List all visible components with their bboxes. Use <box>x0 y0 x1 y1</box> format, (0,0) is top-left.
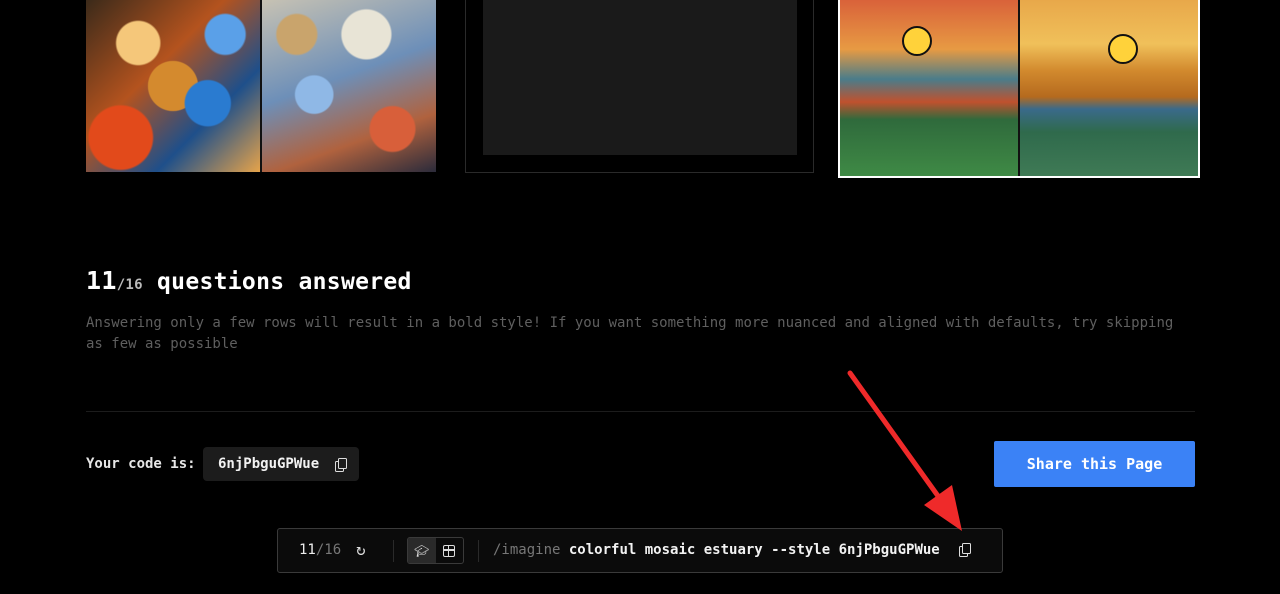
bar-separator <box>478 540 479 562</box>
landscape-image-panel <box>1020 0 1198 176</box>
heading-label: questions answered <box>142 269 412 295</box>
questions-answered-heading: 11/16 questions answered <box>86 266 412 295</box>
style-option-image-middle[interactable] <box>465 0 814 173</box>
sun-shape <box>902 26 932 56</box>
view-mode-toggle: 🎓︎ <box>407 537 464 564</box>
bar-separator <box>393 540 394 562</box>
imagine-prompt: /imagine colorful mosaic estuary --style… <box>493 542 940 558</box>
mosaic-image-panel <box>86 0 260 172</box>
bar-total: /16 <box>315 542 342 558</box>
style-option-image-right-selected[interactable] <box>838 0 1200 178</box>
landscape-image-panel <box>840 0 1020 176</box>
refresh-icon[interactable]: ↻ <box>356 542 366 558</box>
annotation-arrow-icon <box>847 370 962 531</box>
grid-view-button[interactable] <box>436 538 464 563</box>
mosaic-image-panel <box>260 0 436 172</box>
answered-count: 11 <box>86 266 117 295</box>
page-description: Answering only a few rows will result in… <box>86 315 1174 352</box>
bar-answered: 11 <box>299 542 316 558</box>
style-code: 6njPbguGPWue <box>218 456 320 472</box>
total-count: /16 <box>116 277 143 293</box>
share-page-button[interactable]: Share this Page <box>994 441 1195 487</box>
copy-icon[interactable] <box>959 543 971 557</box>
code-label: Your code is: <box>86 456 196 472</box>
image-placeholder <box>483 0 797 155</box>
imagine-command: /imagine <box>493 542 561 558</box>
sun-shape <box>1108 34 1138 64</box>
copy-icon[interactable] <box>335 457 348 472</box>
prompt-text: colorful mosaic estuary --style 6njPbguG… <box>560 542 940 558</box>
section-divider <box>86 411 1195 412</box>
code-copy-box[interactable]: 6njPbguGPWue <box>203 447 359 481</box>
graduation-cap-icon[interactable]: 🎓︎ <box>408 538 436 563</box>
grid-icon <box>443 544 456 557</box>
style-option-image-left[interactable] <box>86 0 436 172</box>
bar-progress-count: 11/16 <box>299 542 341 558</box>
